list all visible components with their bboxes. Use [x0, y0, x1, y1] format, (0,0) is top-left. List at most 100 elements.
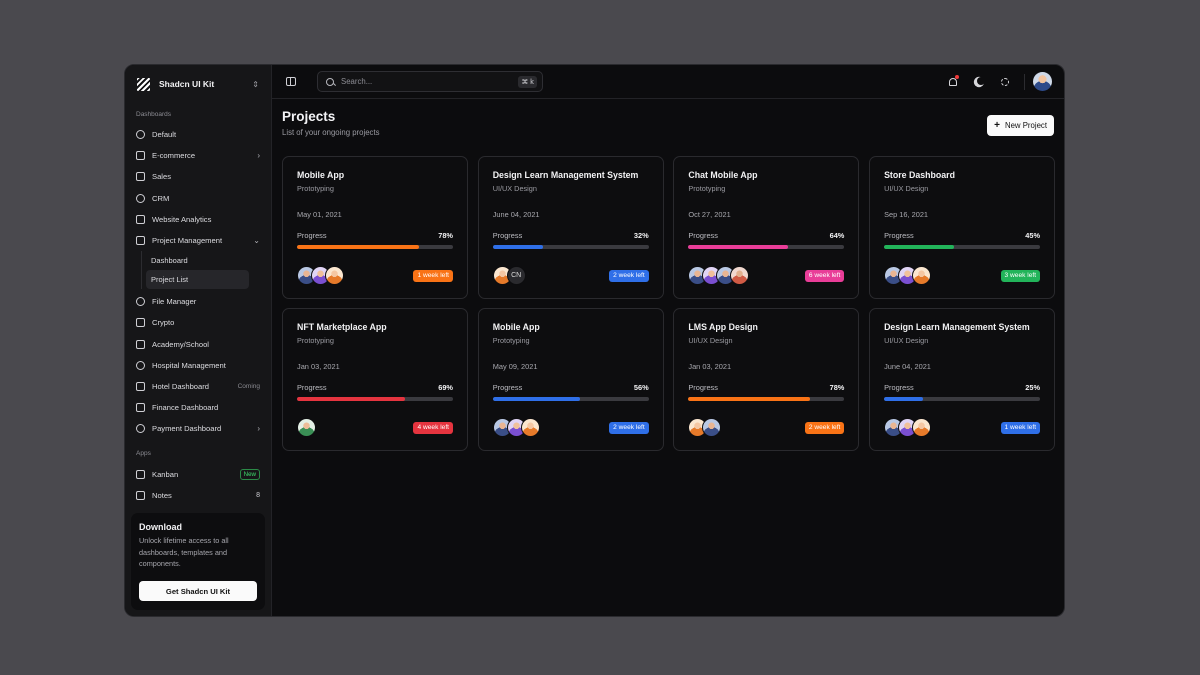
gear-icon: [1001, 77, 1009, 86]
sidebar-item-hotel-dashboard[interactable]: Hotel Dashboard Coming: [125, 376, 271, 397]
sidebar-item-file-manager[interactable]: File Manager: [125, 291, 271, 312]
credit-card-icon: [136, 424, 145, 434]
member-avatar[interactable]: [912, 418, 932, 437]
progress-row: Progress 32%: [493, 231, 649, 240]
project-card[interactable]: Store Dashboard UI/UX Design Sep 16, 202…: [869, 156, 1056, 299]
project-card[interactable]: Mobile App Prototyping May 01, 2021 Prog…: [282, 156, 468, 299]
deadline-badge: 3 week left: [1000, 269, 1041, 282]
project-category: UI/UX Design: [688, 336, 733, 345]
sidebar-item-default[interactable]: Default: [125, 124, 271, 145]
sidebar-item-kanban[interactable]: Kanban New: [125, 463, 271, 484]
sidebar-item-academy-school[interactable]: Academy/School: [125, 334, 271, 355]
project-card[interactable]: Design Learn Management System UI/UX Des…: [477, 156, 664, 299]
new-project-button[interactable]: + New Project: [987, 115, 1054, 136]
sidebar-item-crypto[interactable]: Crypto: [125, 312, 271, 333]
progress-bar-fill: [884, 245, 955, 249]
notifications-button[interactable]: [940, 72, 966, 92]
sidebar-item-e-commerce[interactable]: E-commerce ›: [125, 145, 271, 166]
project-title: Design Learn Management System: [492, 170, 639, 180]
sidebar-item-sales[interactable]: Sales: [125, 166, 271, 187]
sidebar: Shadcn UI Kit ⇕ Dashboards Default E-comm…: [125, 65, 272, 616]
team-switcher[interactable]: Shadcn UI Kit ⇕: [125, 66, 271, 102]
team-avatars: [688, 266, 750, 285]
sidebar-item-label: File Manager: [152, 297, 197, 307]
page-subtitle: List of your ongoing projects: [282, 128, 380, 137]
project-card[interactable]: NFT Marketplace App Prototyping Jan 03, …: [282, 308, 468, 451]
member-avatar[interactable]: CN: [506, 266, 526, 285]
wallet-icon: [136, 318, 145, 328]
subnav-project-list[interactable]: Project List: [146, 270, 249, 290]
sidebar-item-label: Notes: [152, 490, 172, 500]
progress-bar-fill: [884, 397, 924, 401]
sidebar-item-label: Hospital Management: [152, 360, 226, 370]
activity-icon: [136, 360, 145, 370]
member-avatar[interactable]: [325, 266, 344, 285]
user-avatar[interactable]: [1033, 72, 1052, 91]
project-title: Mobile App: [492, 322, 540, 332]
progress-value: 32%: [633, 231, 649, 240]
coming-label: Coming: [237, 382, 260, 390]
card-footer: 6 week left: [688, 266, 845, 285]
sidebar-item-label: Crypto: [152, 318, 175, 328]
sidebar-item-notes[interactable]: Notes 8: [125, 485, 271, 506]
progress-bar-fill: [297, 397, 405, 401]
sidebar-item-hospital-management[interactable]: Hospital Management: [125, 355, 271, 376]
progress-value: 69%: [438, 383, 453, 392]
progress-row: Progress 45%: [884, 231, 1040, 240]
progress-value: 25%: [1025, 383, 1041, 392]
deadline-badge: 1 week left: [413, 269, 453, 282]
progress-row: Progress 25%: [884, 383, 1040, 392]
sidebar-toggle-icon[interactable]: [286, 77, 296, 86]
deadline-badge: 2 week left: [609, 421, 649, 434]
progress-value: 78%: [829, 383, 845, 392]
theme-toggle-button[interactable]: [966, 72, 992, 92]
progress-label: Progress: [688, 383, 718, 392]
card-footer: 1 week left: [884, 418, 1041, 437]
project-card[interactable]: Chat Mobile App Prototyping Oct 27, 2021…: [673, 156, 860, 299]
project-date: Oct 27, 2021: [688, 210, 731, 219]
search-input[interactable]: [341, 77, 512, 86]
progress-label: Progress: [884, 383, 914, 392]
chevron-right-icon: ›: [257, 151, 260, 161]
project-card[interactable]: LMS App Design UI/UX Design Jan 03, 2021…: [673, 308, 860, 451]
member-avatar[interactable]: [520, 418, 540, 437]
member-avatar[interactable]: [297, 418, 316, 437]
progress-row: Progress 56%: [493, 383, 649, 392]
deadline-badge: 2 week left: [804, 421, 845, 434]
project-grid: Mobile App Prototyping May 01, 2021 Prog…: [282, 156, 1056, 451]
project-category: UI/UX Design: [884, 336, 929, 345]
project-category: UI/UX Design: [884, 184, 929, 193]
team-avatars: [297, 418, 316, 437]
project-date: Jan 03, 2021: [297, 362, 340, 371]
sidebar-item-payment-dashboard[interactable]: Payment Dashboard ›: [125, 418, 271, 439]
sidebar-item-website-analytics[interactable]: Website Analytics: [125, 209, 271, 230]
member-avatar[interactable]: [702, 418, 722, 437]
progress-bar: [688, 397, 845, 401]
page-header: Projects List of your ongoing projects +…: [272, 99, 1064, 137]
project-card[interactable]: Design Learn Management System UI/UX Des…: [869, 308, 1056, 451]
search-shortcut: ⌘ k: [518, 75, 537, 88]
member-avatar[interactable]: [912, 266, 932, 285]
project-date: Jan 03, 2021: [688, 362, 732, 371]
dollar-icon: [136, 172, 145, 182]
settings-button[interactable]: [992, 72, 1018, 92]
member-avatar[interactable]: [730, 266, 750, 285]
project-category: UI/UX Design: [492, 184, 537, 193]
search-box[interactable]: ⌘ k: [317, 71, 543, 92]
project-card[interactable]: Mobile App Prototyping May 09, 2021 Prog…: [477, 308, 664, 451]
main-content: ⌘ k Projects List of your ong: [272, 65, 1064, 616]
subnav-dashboard[interactable]: Dashboard: [146, 251, 249, 270]
team-avatars: CN: [492, 266, 526, 285]
progress-value: 78%: [438, 231, 453, 240]
progress-label: Progress: [884, 231, 914, 240]
moon-icon: [977, 77, 985, 85]
sidebar-item-finance-dashboard[interactable]: Finance Dashboard: [125, 397, 271, 418]
folder-icon: [136, 297, 145, 307]
page-title: Projects: [282, 109, 336, 124]
progress-value: 56%: [633, 383, 649, 392]
sidebar-item-crm[interactable]: CRM: [125, 188, 271, 209]
get-kit-button[interactable]: Get Shadcn UI Kit: [139, 581, 257, 601]
sidebar-item-label: Hotel Dashboard: [152, 381, 209, 391]
sidebar-item-project-management[interactable]: Project Management ⌄: [125, 230, 271, 251]
sidebar-item-label: Academy/School: [152, 339, 209, 349]
